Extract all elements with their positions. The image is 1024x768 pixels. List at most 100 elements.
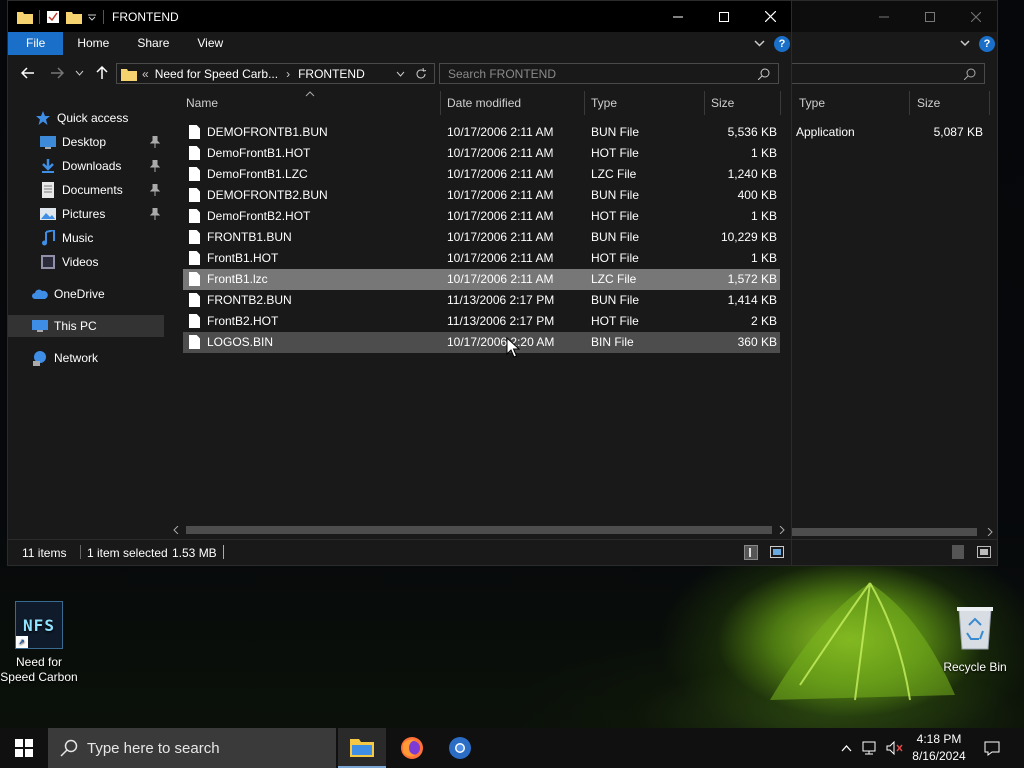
show-hidden-icons-button[interactable] bbox=[838, 728, 854, 768]
file-size: 5,087 KB bbox=[933, 125, 983, 139]
table-row[interactable]: LOGOS.BIN 10/17/2006 2:20 AM BIN File 360 K… bbox=[183, 332, 780, 353]
taskbar-file-explorer[interactable] bbox=[338, 728, 386, 768]
minimize-button[interactable] bbox=[861, 1, 907, 32]
recent-locations-button[interactable] bbox=[71, 63, 87, 83]
sidebar-item-network[interactable]: Network bbox=[8, 347, 164, 369]
close-button[interactable] bbox=[953, 1, 999, 32]
column-header-name[interactable]: Name bbox=[179, 91, 441, 115]
column-header-size[interactable]: Size bbox=[704, 91, 781, 115]
customize-toolbar-icon[interactable] bbox=[88, 12, 97, 21]
tab-home[interactable]: Home bbox=[63, 32, 123, 55]
table-row[interactable]: DemoFrontB1.LZC 10/17/2006 2:11 AM LZC Fil… bbox=[183, 164, 780, 185]
table-row[interactable]: FrontB2.HOT 11/13/2006 2:17 PM HOT File 2 K… bbox=[183, 311, 780, 332]
up-button[interactable] bbox=[91, 63, 113, 83]
large-icons-view-icon[interactable] bbox=[770, 546, 784, 558]
volume-button[interactable] bbox=[884, 728, 906, 768]
horizontal-scrollbar[interactable] bbox=[792, 525, 998, 539]
details-view-button[interactable] bbox=[952, 545, 964, 559]
table-row[interactable]: DEMOFRONTB1.BUN 10/17/2006 2:11 AM BUN Fil… bbox=[183, 122, 780, 143]
scroll-right-icon[interactable] bbox=[779, 526, 785, 534]
desktop-shortcut-nfs-carbon[interactable]: NFS ↗ Need for Speed Carbon bbox=[0, 601, 79, 685]
file-name: DEMOFRONTB1.BUN bbox=[207, 125, 328, 139]
pin-icon[interactable] bbox=[150, 184, 160, 196]
taskbar-clock[interactable]: 4:18 PM 8/16/2024 bbox=[908, 731, 970, 765]
refresh-icon[interactable] bbox=[415, 68, 427, 80]
network-status-button[interactable] bbox=[860, 728, 882, 768]
sidebar-item-documents[interactable]: Documents bbox=[8, 179, 164, 201]
tab-share[interactable]: Share bbox=[123, 32, 183, 55]
details-view-button[interactable] bbox=[744, 545, 758, 560]
sidebar-item-label: Network bbox=[54, 351, 99, 365]
new-folder-icon[interactable] bbox=[66, 10, 82, 24]
file-explorer-window[interactable]: FRONTEND File Home Share View ? « Need f… bbox=[7, 0, 792, 566]
table-row[interactable]: DEMOFRONTB2.BUN 10/17/2006 2:11 AM BUN Fil… bbox=[183, 185, 780, 206]
help-icon[interactable]: ? bbox=[774, 36, 790, 52]
column-header-type[interactable]: Type bbox=[584, 91, 705, 115]
sidebar-item-onedrive[interactable]: OneDrive bbox=[8, 283, 164, 305]
file-name: FrontB1.lzc bbox=[207, 272, 268, 286]
mouse-cursor-icon bbox=[506, 337, 520, 358]
search-input[interactable]: Search FRONTEND bbox=[439, 63, 779, 84]
start-button[interactable] bbox=[0, 728, 48, 768]
background-explorer-window[interactable]: ? Type Size Application 5,087 KB bbox=[791, 0, 998, 566]
address-dropdown-icon[interactable] bbox=[396, 71, 405, 77]
file-icon bbox=[189, 293, 200, 307]
file-size: 1,572 KB bbox=[727, 272, 777, 286]
address-bar[interactable]: « Need for Speed Carb... › FRONTEND bbox=[116, 63, 435, 84]
scrollbar-thumb[interactable] bbox=[186, 526, 772, 534]
table-row[interactable]: Application 5,087 KB bbox=[792, 122, 998, 143]
pin-icon[interactable] bbox=[150, 160, 160, 172]
action-center-button[interactable] bbox=[978, 728, 1006, 768]
column-header-size[interactable]: Size bbox=[910, 91, 990, 115]
scroll-left-icon[interactable] bbox=[173, 526, 179, 534]
horizontal-scrollbar[interactable] bbox=[166, 523, 791, 537]
desktop-recycle-bin[interactable]: Recycle Bin bbox=[935, 603, 1015, 674]
taskbar-firefox[interactable] bbox=[388, 728, 436, 768]
breadcrumb-separator[interactable]: › bbox=[286, 67, 290, 81]
breadcrumb-current[interactable]: FRONTEND bbox=[298, 67, 365, 81]
maximize-button[interactable] bbox=[907, 1, 953, 32]
status-bar: 11 items 1 item selected 1.53 MB bbox=[8, 539, 791, 565]
properties-icon[interactable] bbox=[46, 10, 60, 24]
back-button[interactable] bbox=[17, 63, 39, 83]
minimize-button[interactable] bbox=[655, 1, 701, 32]
title-bar: FRONTEND bbox=[8, 1, 791, 32]
table-row[interactable]: FrontB1.HOT 10/17/2006 2:11 AM HOT File 1 K… bbox=[183, 248, 780, 269]
taskbar-chrome[interactable] bbox=[436, 728, 484, 768]
scroll-right-icon[interactable] bbox=[987, 528, 993, 536]
table-row[interactable]: FrontB1.lzc 10/17/2006 2:11 AM LZC File 1,5… bbox=[183, 269, 780, 290]
scrollbar-thumb[interactable] bbox=[792, 528, 977, 536]
table-row[interactable]: FRONTB2.BUN 11/13/2006 2:17 PM BUN File 1,4… bbox=[183, 290, 780, 311]
file-type: HOT File bbox=[591, 209, 639, 223]
table-row[interactable]: DemoFrontB2.HOT 10/17/2006 2:11 AM HOT Fil… bbox=[183, 206, 780, 227]
search-box[interactable] bbox=[792, 63, 985, 84]
breadcrumb-overflow[interactable]: « bbox=[142, 67, 149, 81]
expand-ribbon-icon[interactable] bbox=[754, 40, 765, 47]
sidebar-item-pictures[interactable]: Pictures bbox=[8, 203, 164, 225]
column-header-type[interactable]: Type bbox=[792, 91, 910, 115]
file-icon bbox=[189, 125, 200, 139]
sidebar-item-this-pc[interactable]: This PC bbox=[8, 315, 164, 337]
maximize-button[interactable] bbox=[701, 1, 747, 32]
tab-view[interactable]: View bbox=[183, 32, 237, 55]
large-icons-view-icon[interactable] bbox=[977, 546, 991, 558]
column-header-date[interactable]: Date modified bbox=[440, 91, 585, 115]
taskbar-search-box[interactable]: Type here to search bbox=[48, 728, 336, 768]
forward-button[interactable] bbox=[46, 63, 68, 83]
tab-file[interactable]: File bbox=[8, 32, 64, 55]
sidebar-item-label: Desktop bbox=[62, 135, 107, 149]
help-icon[interactable]: ? bbox=[979, 36, 995, 52]
sidebar-item-music[interactable]: Music bbox=[8, 227, 164, 249]
clock-time: 4:18 PM bbox=[916, 732, 962, 746]
table-row[interactable]: FRONTB1.BUN 10/17/2006 2:11 AM BUN File 10,… bbox=[183, 227, 780, 248]
breadcrumb-parent[interactable]: Need for Speed Carb... bbox=[155, 67, 278, 81]
sidebar-item-videos[interactable]: Videos bbox=[8, 251, 164, 273]
sidebar-item-desktop[interactable]: Desktop bbox=[8, 131, 164, 153]
close-button[interactable] bbox=[747, 1, 793, 32]
table-row[interactable]: DemoFrontB1.HOT 10/17/2006 2:11 AM HOT Fil… bbox=[183, 143, 780, 164]
sidebar-item-downloads[interactable]: Downloads bbox=[8, 155, 164, 177]
pin-icon[interactable] bbox=[150, 208, 160, 220]
pin-icon[interactable] bbox=[150, 136, 160, 148]
sidebar-item-quick-access[interactable]: Quick access bbox=[8, 107, 164, 129]
chevron-down-icon[interactable] bbox=[960, 40, 970, 47]
